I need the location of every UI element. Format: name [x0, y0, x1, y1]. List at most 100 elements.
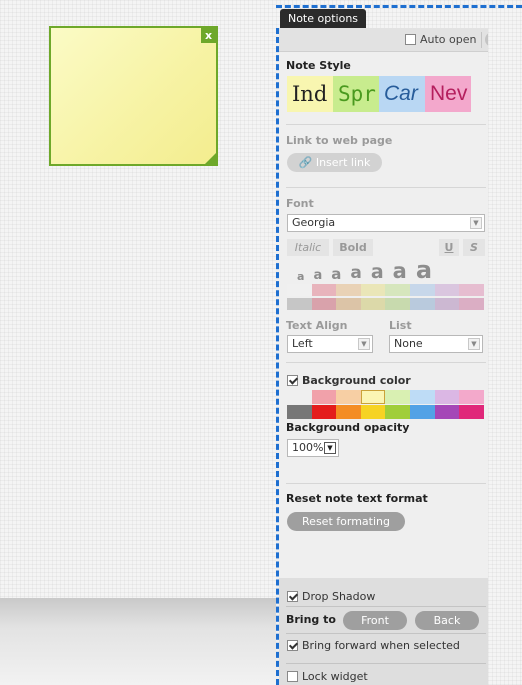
text-align-title: Text Align	[286, 319, 348, 332]
resize-handle-icon[interactable]	[205, 153, 216, 164]
font-color-swatch[interactable]	[336, 284, 361, 296]
bring-forward-toggle[interactable]: Bring forward when selected	[287, 639, 460, 652]
close-icon[interactable]: x	[201, 28, 216, 43]
font-select-value: Georgia	[292, 216, 336, 229]
chevron-down-icon: ▼	[470, 217, 482, 229]
reset-formatting-button[interactable]: Reset formating	[287, 512, 405, 531]
bold-button[interactable]: Bold	[333, 239, 373, 256]
style-option-4[interactable]: Nev	[425, 76, 471, 112]
font-size-2[interactable]: a	[313, 269, 322, 282]
drop-shadow-label: Drop Shadow	[302, 590, 376, 603]
insert-link-label: Insert link	[315, 156, 371, 169]
bring-forward-label: Bring forward when selected	[302, 639, 460, 652]
font-size-1[interactable]: a	[297, 271, 304, 282]
font-color-swatch[interactable]	[385, 284, 410, 296]
background-color-swatch[interactable]	[336, 405, 361, 419]
font-color-swatch[interactable]	[434, 284, 460, 296]
font-color-swatch[interactable]	[360, 298, 386, 310]
font-select[interactable]: Georgia ▼	[287, 214, 485, 232]
sticky-note[interactable]: x	[49, 26, 218, 166]
auto-open-toggle[interactable]: Auto open	[405, 33, 477, 46]
background-color-swatch[interactable]	[409, 405, 435, 419]
bring-front-button[interactable]: Front	[343, 611, 407, 630]
font-color-swatch[interactable]	[360, 284, 386, 296]
style-option-2[interactable]: Spr	[333, 76, 379, 112]
background-color-swatch[interactable]	[311, 390, 337, 404]
note-options-tab[interactable]: Note options	[280, 9, 366, 29]
background-color-swatch[interactable]	[459, 405, 484, 419]
background-color-row-1	[287, 390, 484, 404]
font-color-swatch[interactable]	[336, 298, 361, 310]
background-color-swatch[interactable]	[360, 390, 386, 404]
chevron-down-icon: ▼	[468, 338, 480, 350]
background-color-swatch[interactable]	[385, 405, 410, 419]
font-title: Font	[286, 197, 314, 210]
background-color-row-2	[287, 405, 484, 419]
chevron-down-icon: ▼	[358, 338, 370, 350]
font-color-swatch[interactable]	[311, 284, 337, 296]
background-opacity-title: Background opacity	[286, 421, 410, 434]
bring-back-button[interactable]: Back	[415, 611, 479, 630]
text-align-select[interactable]: Left ▼	[287, 335, 373, 353]
divider	[286, 124, 486, 125]
font-size-5[interactable]: a	[371, 263, 384, 282]
divider	[286, 633, 486, 634]
font-color-swatch[interactable]	[459, 298, 484, 310]
background-color-swatch[interactable]	[434, 390, 460, 404]
bring-forward-checkbox[interactable]	[287, 640, 298, 651]
background-color-toggle[interactable]: Background color	[287, 374, 411, 387]
font-size-7[interactable]: a	[416, 258, 432, 282]
lock-widget-checkbox[interactable]	[287, 671, 298, 682]
selection-border	[276, 5, 522, 8]
divider	[286, 663, 486, 664]
background-color-swatch[interactable]	[459, 390, 484, 404]
lock-widget-toggle[interactable]: Lock widget	[287, 670, 368, 683]
style-option-1[interactable]: Ind	[287, 76, 333, 112]
font-color-swatch[interactable]	[385, 298, 410, 310]
divider	[286, 187, 486, 188]
style-option-3[interactable]: Car	[379, 76, 425, 112]
text-align-value: Left	[292, 337, 313, 350]
font-color-swatch[interactable]	[287, 298, 312, 310]
font-color-swatch[interactable]	[459, 284, 484, 296]
font-color-swatch[interactable]	[409, 298, 435, 310]
underline-button[interactable]: U	[439, 239, 459, 256]
italic-button[interactable]: Italic	[287, 239, 329, 256]
background-color-swatch[interactable]	[409, 390, 435, 404]
background-color-swatch[interactable]	[360, 405, 386, 419]
background-color-label: Background color	[302, 374, 411, 387]
background-color-swatch[interactable]	[287, 390, 312, 404]
bottom-options: Drop Shadow Bring to Front Back Bring fo…	[279, 578, 488, 685]
divider	[286, 362, 486, 363]
list-title: List	[389, 319, 412, 332]
font-size-6[interactable]: a	[393, 261, 407, 282]
drop-shadow-checkbox[interactable]	[287, 591, 298, 602]
background-color-swatch[interactable]	[336, 390, 361, 404]
font-color-swatch[interactable]	[409, 284, 435, 296]
font-color-swatch[interactable]	[287, 284, 312, 296]
divider	[286, 483, 486, 484]
strikethrough-button[interactable]: S	[463, 239, 485, 256]
background-color-swatch[interactable]	[311, 405, 337, 419]
background-color-swatch[interactable]	[385, 390, 410, 404]
link-icon: 🔗	[298, 156, 313, 169]
panel-header: Auto open ⊗	[279, 28, 488, 52]
font-color-row-1	[287, 284, 484, 296]
background-color-checkbox[interactable]	[287, 375, 298, 386]
font-color-swatch[interactable]	[434, 298, 460, 310]
lock-widget-label: Lock widget	[302, 670, 368, 683]
background-color-swatch[interactable]	[434, 405, 460, 419]
font-color-swatch[interactable]	[311, 298, 337, 310]
insert-link-button[interactable]: 🔗 Insert link	[287, 153, 382, 172]
background-color-swatch[interactable]	[287, 405, 312, 419]
drop-shadow-toggle[interactable]: Drop Shadow	[287, 590, 375, 603]
note-style-options: Ind Spr Car Nev	[287, 76, 471, 112]
close-panel-icon[interactable]: ⊗	[485, 32, 488, 47]
auto-open-checkbox[interactable]	[405, 34, 416, 45]
font-size-3[interactable]: a	[331, 267, 341, 282]
font-color-row-2	[287, 298, 484, 310]
font-size-4[interactable]: a	[350, 265, 361, 282]
link-title: Link to web page	[286, 134, 393, 147]
opacity-select[interactable]: 100% ▼	[287, 439, 339, 457]
list-select[interactable]: None ▼	[389, 335, 483, 353]
